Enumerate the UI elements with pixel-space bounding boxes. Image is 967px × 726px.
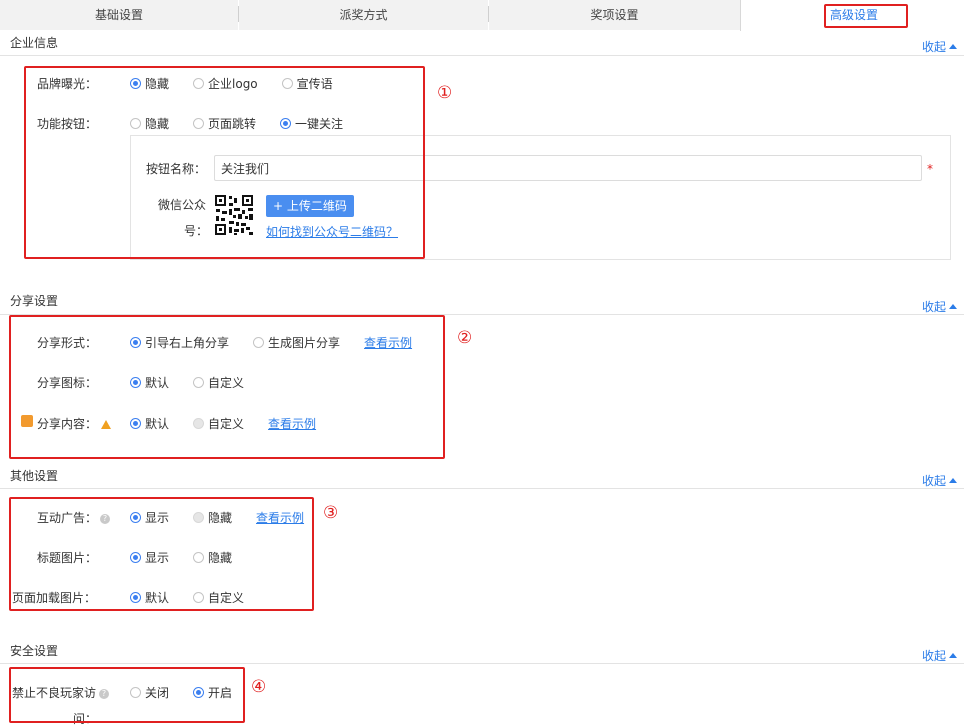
collapse-toggle-other[interactable]: 收起 bbox=[922, 472, 957, 489]
collapse-toggle-enterprise[interactable]: 收起 bbox=[922, 38, 957, 55]
collapse-label: 收起 bbox=[921, 40, 946, 54]
section-divider bbox=[0, 55, 964, 56]
required-mark: * bbox=[927, 162, 933, 176]
tab-basic-settings[interactable]: 基础设置 bbox=[0, 0, 238, 30]
section-divider bbox=[0, 663, 964, 664]
annotation-number-2: ② bbox=[457, 328, 473, 348]
highlight-box-advanced-tab bbox=[824, 4, 908, 28]
caret-up-icon bbox=[949, 304, 957, 309]
section-title-security: 安全设置 bbox=[10, 644, 59, 658]
highlight-box-enterprise bbox=[24, 66, 425, 259]
collapse-toggle-share[interactable]: 收起 bbox=[922, 298, 957, 315]
collapse-label: 收起 bbox=[921, 474, 946, 488]
tab-prize-settings[interactable]: 奖项设置 bbox=[489, 0, 740, 30]
annotation-number-1: ① bbox=[437, 83, 453, 103]
section-title-share: 分享设置 bbox=[10, 294, 59, 308]
highlight-box-share bbox=[9, 315, 445, 459]
tab-bar: 基础设置 派奖方式 奖项设置 高级设置 bbox=[0, 0, 967, 31]
caret-up-icon bbox=[949, 653, 957, 658]
collapse-toggle-security[interactable]: 收起 bbox=[922, 647, 957, 664]
highlight-box-security bbox=[9, 667, 245, 723]
annotation-number-3: ③ bbox=[323, 503, 339, 523]
section-divider bbox=[0, 488, 964, 489]
section-title-enterprise: 企业信息 bbox=[10, 36, 59, 50]
annotation-number-4: ④ bbox=[251, 677, 267, 697]
caret-up-icon bbox=[949, 44, 957, 49]
highlight-box-other bbox=[9, 497, 314, 611]
caret-up-icon bbox=[949, 478, 957, 483]
collapse-label: 收起 bbox=[921, 649, 946, 663]
section-title-other: 其他设置 bbox=[10, 469, 59, 483]
collapse-label: 收起 bbox=[921, 300, 946, 314]
tab-prize-distribution[interactable]: 派奖方式 bbox=[239, 0, 488, 30]
